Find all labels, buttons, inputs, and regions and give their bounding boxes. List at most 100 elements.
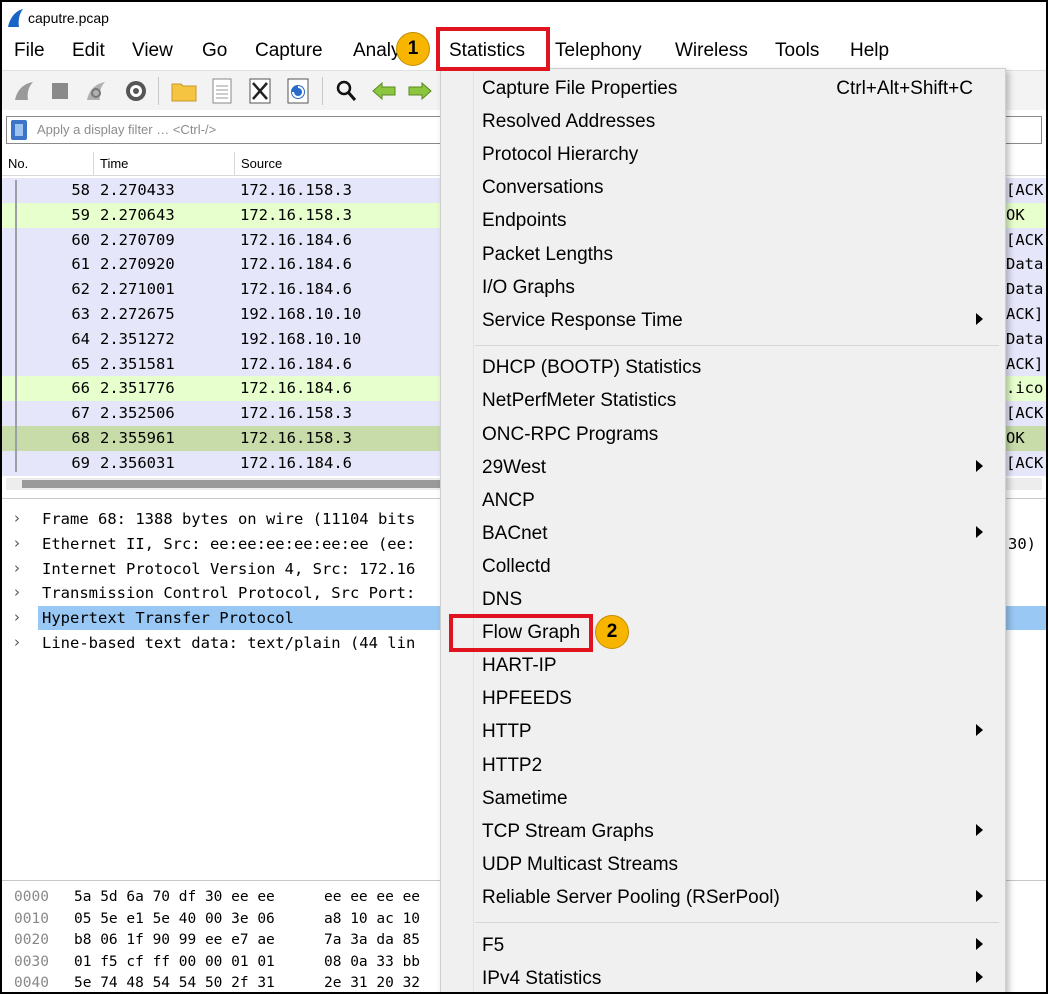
menu-item-f5[interactable]: F5 bbox=[441, 930, 1005, 963]
menu-item-ancp[interactable]: ANCP bbox=[441, 485, 1005, 518]
packet-time: 2.272675 bbox=[100, 305, 175, 323]
menu-item-capture-file-properties[interactable]: Capture File Properties Ctrl+Alt+Shift+C bbox=[441, 73, 1005, 106]
bytes-hex-left: b8 06 1f 90 99 ee e7 ae bbox=[74, 932, 275, 948]
menu-capture[interactable]: Capture bbox=[255, 38, 323, 64]
step-1-badge: 1 bbox=[396, 32, 430, 66]
packet-source: 172.16.158.3 bbox=[240, 181, 352, 199]
menu-item-collectd[interactable]: Collectd bbox=[441, 551, 1005, 584]
menu-item-label: Packet Lengths bbox=[482, 243, 613, 265]
submenu-arrow-icon bbox=[976, 889, 983, 902]
go-back-icon[interactable] bbox=[370, 77, 398, 105]
reload-file-icon[interactable] bbox=[284, 77, 312, 105]
menu-item-bacnet[interactable]: BACnet bbox=[441, 518, 1005, 551]
packet-time: 2.351776 bbox=[100, 379, 175, 398]
menu-edit[interactable]: Edit bbox=[72, 38, 105, 64]
bytes-hex-right: 2e 31 20 32 bbox=[324, 975, 421, 991]
menu-item-ipv4-statistics[interactable]: IPv4 Statistics bbox=[441, 963, 1005, 992]
menu-item-dhcp-bootp-statistics[interactable]: DHCP (BOOTP) Statistics bbox=[441, 352, 1005, 385]
expand-chevron-icon[interactable]: › bbox=[14, 509, 20, 527]
bytes-offset: 0040 bbox=[14, 975, 49, 991]
filter-bookmark-icon[interactable] bbox=[11, 120, 27, 140]
menu-item-label: Endpoints bbox=[482, 210, 567, 232]
expand-chevron-icon[interactable]: › bbox=[14, 559, 20, 577]
menu-help[interactable]: Help bbox=[850, 38, 889, 64]
scrollbar-thumb[interactable] bbox=[22, 480, 442, 488]
stop-capture-icon[interactable] bbox=[46, 77, 74, 105]
expand-chevron-icon[interactable]: › bbox=[14, 583, 20, 601]
start-capture-icon[interactable] bbox=[10, 77, 38, 105]
menu-view[interactable]: View bbox=[132, 38, 173, 64]
menu-item-label: Sametime bbox=[482, 787, 568, 809]
capture-options-icon[interactable] bbox=[122, 77, 150, 105]
menu-item-conversations[interactable]: Conversations bbox=[441, 172, 1005, 205]
detail-tree-label: Frame 68: 1388 bytes on wire (11104 bits bbox=[42, 510, 416, 528]
menu-wireless[interactable]: Wireless bbox=[675, 38, 748, 64]
packet-source: 172.16.158.3 bbox=[240, 205, 352, 224]
menu-item-netperfmeter-statistics[interactable]: NetPerfMeter Statistics bbox=[441, 385, 1005, 418]
submenu-arrow-icon bbox=[976, 459, 983, 472]
detail-tree-label: Ethernet II, Src: ee:ee:ee:ee:ee:ee (ee: bbox=[42, 534, 416, 553]
filter-placeholder: Apply a display filter … <Ctrl-/> bbox=[37, 122, 217, 137]
packet-info: OK bbox=[1006, 205, 1025, 224]
bytes-offset: 0010 bbox=[14, 910, 49, 927]
menu-item-i-o-graphs[interactable]: I/O Graphs bbox=[441, 272, 1005, 305]
menu-analyze[interactable]: Analy bbox=[353, 38, 401, 64]
menu-item-hart-ip[interactable]: HART-IP bbox=[441, 650, 1005, 683]
menu-item-packet-lengths[interactable]: Packet Lengths bbox=[441, 239, 1005, 272]
column-header-no[interactable]: No. bbox=[2, 156, 28, 171]
submenu-arrow-icon bbox=[976, 970, 983, 983]
column-header-time[interactable]: Time bbox=[94, 156, 128, 171]
menu-telephony[interactable]: Telephony bbox=[555, 38, 642, 64]
menu-file[interactable]: File bbox=[14, 38, 45, 64]
submenu-arrow-icon bbox=[976, 823, 983, 836]
packet-time: 2.356031 bbox=[100, 453, 175, 472]
menu-item-hpfeeds[interactable]: HPFEEDS bbox=[441, 683, 1005, 716]
packet-time: 2.270643 bbox=[100, 205, 175, 224]
go-forward-icon[interactable] bbox=[406, 77, 434, 105]
submenu-arrow-icon bbox=[976, 525, 983, 538]
expand-chevron-icon[interactable]: › bbox=[14, 633, 20, 651]
packet-time: 2.351272 bbox=[100, 329, 175, 348]
packet-info: [ACK bbox=[1006, 404, 1044, 423]
statistics-menu-dropdown: Capture File Properties Ctrl+Alt+Shift+C R… bbox=[440, 68, 1006, 992]
packet-source: 172.16.158.3 bbox=[240, 429, 352, 447]
menu-item-service-response-time[interactable]: Service Response Time bbox=[441, 305, 1005, 338]
menu-item-resolved-addresses[interactable]: Resolved Addresses bbox=[441, 106, 1005, 139]
menu-item-label: Collectd bbox=[482, 555, 551, 577]
wireshark-window: caputre.pcap File Edit View Go Capture A… bbox=[0, 0, 1048, 994]
expand-chevron-icon[interactable]: › bbox=[14, 534, 20, 552]
restart-capture-icon[interactable] bbox=[82, 77, 110, 105]
find-packet-icon[interactable] bbox=[332, 77, 360, 105]
menu-item-tcp-stream-graphs[interactable]: TCP Stream Graphs bbox=[441, 816, 1005, 849]
menu-item-label: NetPerfMeter Statistics bbox=[482, 390, 677, 412]
menu-item-sametime[interactable]: Sametime bbox=[441, 783, 1005, 816]
menu-item-label: HTTP bbox=[482, 721, 532, 743]
menu-item-label: 29West bbox=[482, 456, 547, 478]
menu-item-endpoints[interactable]: Endpoints bbox=[441, 205, 1005, 238]
packet-time: 2.270920 bbox=[100, 255, 175, 274]
toolbar-separator bbox=[322, 77, 323, 105]
step-2-badge: 2 bbox=[595, 615, 629, 649]
close-file-icon[interactable] bbox=[246, 77, 274, 105]
menu-item-protocol-hierarchy[interactable]: Protocol Hierarchy bbox=[441, 139, 1005, 172]
packet-time: 2.270433 bbox=[100, 181, 175, 199]
menu-item-29west[interactable]: 29West bbox=[441, 452, 1005, 485]
bytes-offset: 0030 bbox=[14, 953, 49, 970]
menu-item-label: TCP Stream Graphs bbox=[482, 820, 654, 842]
menu-tools[interactable]: Tools bbox=[775, 38, 819, 64]
menu-go[interactable]: Go bbox=[202, 38, 227, 64]
bytes-hex-right: ee ee ee ee bbox=[324, 889, 421, 905]
menu-item-http2[interactable]: HTTP2 bbox=[441, 750, 1005, 783]
menu-item-http[interactable]: HTTP bbox=[441, 716, 1005, 749]
save-file-icon[interactable] bbox=[208, 77, 236, 105]
menu-item-label: Service Response Time bbox=[482, 309, 683, 331]
open-file-icon[interactable] bbox=[170, 77, 198, 105]
menu-item-udp-multicast-streams[interactable]: UDP Multicast Streams bbox=[441, 849, 1005, 882]
expand-chevron-icon[interactable]: › bbox=[14, 608, 20, 626]
menu-item-dns[interactable]: DNS bbox=[441, 584, 1005, 617]
packet-info: Data bbox=[1006, 255, 1044, 274]
column-header-source[interactable]: Source bbox=[235, 156, 282, 171]
menu-item-reliable-server-pooling-rserpool[interactable]: Reliable Server Pooling (RSerPool) bbox=[441, 882, 1005, 915]
bytes-hex-left: 01 f5 cf ff 00 00 01 01 bbox=[74, 953, 275, 970]
menu-item-onc-rpc-programs[interactable]: ONC-RPC Programs bbox=[441, 419, 1005, 452]
